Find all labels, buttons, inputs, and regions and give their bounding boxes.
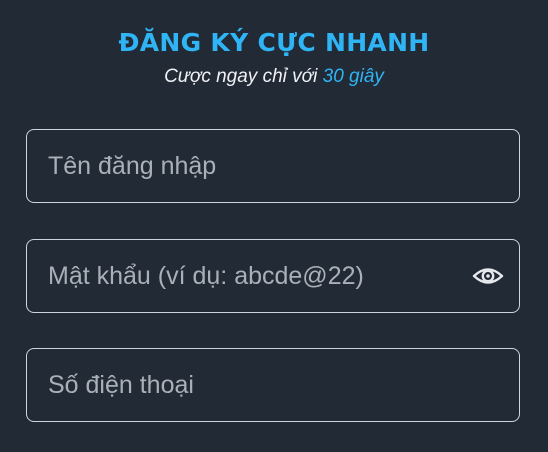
password-field[interactable]: [26, 239, 520, 313]
page-subtitle: Cược ngay chỉ với 30 giây: [0, 66, 548, 88]
phone-input[interactable]: [27, 349, 519, 421]
subtitle-highlight: 30 giây: [322, 66, 384, 87]
password-input[interactable]: [27, 240, 519, 312]
subtitle-text: Cược ngay chỉ với: [164, 66, 323, 87]
phone-field[interactable]: [26, 348, 520, 422]
eye-icon[interactable]: [471, 262, 505, 290]
username-field[interactable]: [26, 129, 520, 203]
page-title: ĐĂNG KÝ CỰC NHANH: [118, 28, 430, 57]
username-input[interactable]: [27, 130, 519, 202]
